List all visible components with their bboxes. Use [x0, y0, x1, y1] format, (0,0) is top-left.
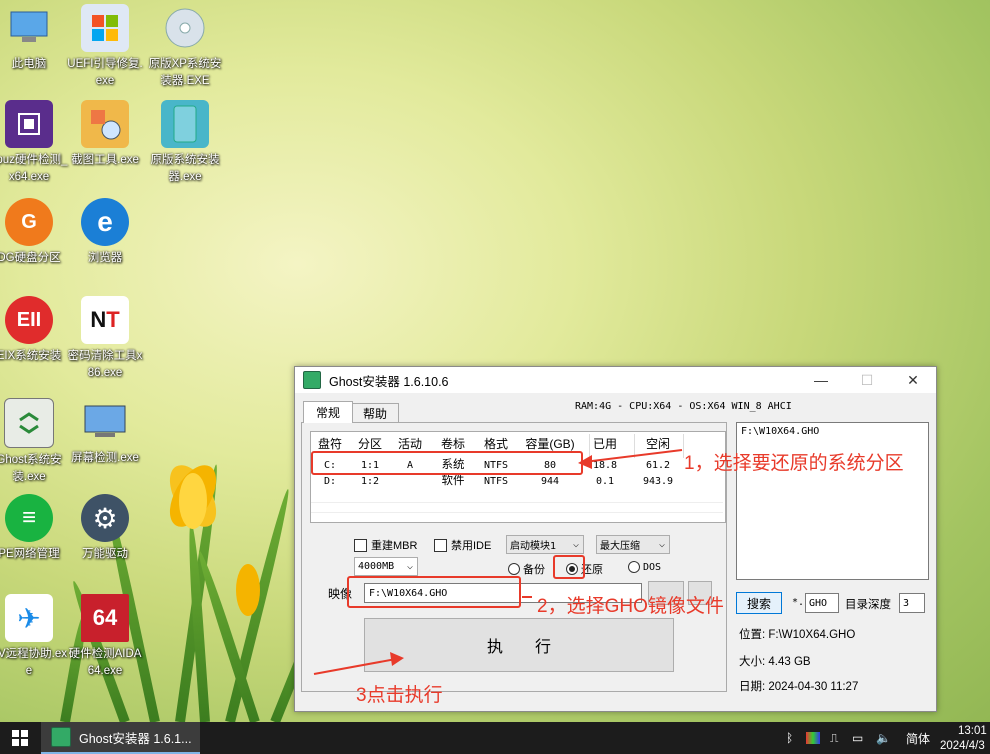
clock-time: 13:01: [958, 725, 987, 737]
clock-date: 2024/4/3: [940, 740, 985, 752]
ghost-app-icon: [51, 727, 71, 747]
bluetooth-icon[interactable]: ᛒ: [786, 722, 793, 754]
annotation-step2: 2，选择GHO镜像文件: [537, 596, 724, 617]
annotation-step1: 1，选择要还原的系统分区: [684, 453, 904, 474]
windows-icon: [12, 730, 28, 746]
display-icon[interactable]: ▭: [852, 722, 863, 754]
system-clock[interactable]: 13:01 2024/4/3: [940, 724, 987, 754]
taskbar-app-label: Ghost安装器 1.6.1...: [79, 731, 192, 746]
usb-icon[interactable]: ⎍: [830, 722, 838, 754]
start-button[interactable]: [0, 722, 40, 754]
taskbar-app-ghost[interactable]: Ghost安装器 1.6.1...: [41, 722, 200, 754]
arrow-annotation: [313, 449, 683, 675]
annotation-step3: 3点击执行: [356, 685, 443, 706]
ime-indicator[interactable]: 简体: [906, 722, 930, 754]
color-app-icon[interactable]: [806, 722, 820, 754]
taskbar: Ghost安装器 1.6.1... ᛒ ⎍ ▭ 🔈 简体 13:01 2024/…: [0, 722, 990, 754]
volume-icon[interactable]: 🔈: [876, 722, 891, 754]
tab-general[interactable]: 常规: [303, 401, 353, 423]
